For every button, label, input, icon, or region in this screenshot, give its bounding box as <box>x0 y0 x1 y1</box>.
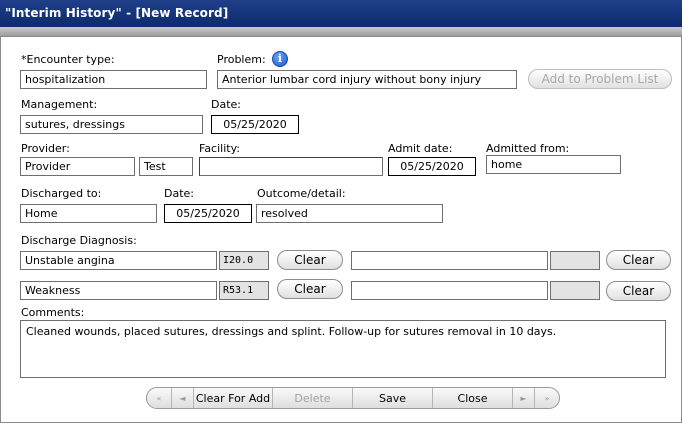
diagnosis-2b-code <box>550 281 600 300</box>
diagnosis-2-code: R53.1 <box>219 281 269 300</box>
diagnosis-1b-code <box>550 251 600 270</box>
diagnosis-2-text[interactable]: Weakness <box>20 281 217 300</box>
clear-for-add-button[interactable]: Clear For Add <box>194 388 273 408</box>
provider-first-field[interactable]: Test <box>139 157 193 176</box>
management-date-field[interactable]: 05/25/2020 <box>211 115 299 134</box>
management-label: Management: <box>21 98 98 111</box>
diagnosis-1b-text[interactable] <box>351 251 548 270</box>
outcome-label: Outcome/detail: <box>257 187 346 200</box>
next-record-button[interactable]: ► <box>513 388 535 408</box>
admit-date-label: Admit date: <box>388 142 453 155</box>
comments-label: Comments: <box>21 306 85 319</box>
facility-field[interactable] <box>199 157 383 176</box>
outcome-field[interactable]: resolved <box>256 204 443 223</box>
add-to-problem-list-button[interactable]: Add to Problem List <box>528 69 672 89</box>
provider-label: Provider: <box>21 142 70 155</box>
record-navigation-bar: « ◄ Clear For Add Delete Save Close ► » <box>146 387 560 409</box>
save-button[interactable]: Save <box>353 388 433 408</box>
diagnosis-1-text[interactable]: Unstable angina <box>20 251 217 270</box>
comments-field[interactable]: Cleaned wounds, placed sutures, dressing… <box>20 320 666 378</box>
discharged-to-field[interactable]: Home <box>20 204 157 223</box>
discharged-to-label: Discharged to: <box>21 187 102 200</box>
encounter-type-label: *Encounter type: <box>21 53 115 66</box>
delete-button[interactable]: Delete <box>273 388 353 408</box>
problem-label: Problem: <box>217 53 266 66</box>
title-divider <box>0 27 682 37</box>
close-button[interactable]: Close <box>433 388 513 408</box>
encounter-type-field[interactable]: hospitalization <box>20 70 207 89</box>
diagnosis-2-clear-button[interactable]: Clear <box>277 279 343 299</box>
diagnosis-2b-text[interactable] <box>351 281 548 300</box>
info-icon[interactable]: i <box>272 51 288 67</box>
diagnosis-1-code: I20.0 <box>219 251 269 270</box>
diagnosis-1b-clear-button[interactable]: Clear <box>606 250 671 270</box>
management-date-label: Date: <box>211 98 241 111</box>
diagnosis-2b-clear-button[interactable]: Clear <box>606 281 671 301</box>
provider-last-field[interactable]: Provider <box>20 157 135 176</box>
last-record-button[interactable]: » <box>535 388 559 408</box>
discharge-date-field[interactable]: 05/25/2020 <box>164 204 252 223</box>
admit-date-field[interactable]: 05/25/2020 <box>388 157 476 176</box>
discharge-date-label: Date: <box>164 187 194 200</box>
previous-record-button[interactable]: ◄ <box>172 388 194 408</box>
management-field[interactable]: sutures, dressings <box>20 115 203 134</box>
discharge-diagnosis-label: Discharge Diagnosis: <box>21 234 137 247</box>
window-title: "Interim History" - [New Record] <box>0 0 682 27</box>
diagnosis-1-clear-button[interactable]: Clear <box>277 250 343 270</box>
facility-label: Facility: <box>199 142 241 155</box>
problem-field[interactable]: Anterior lumbar cord injury without bony… <box>217 70 517 89</box>
first-record-button[interactable]: « <box>147 388 172 408</box>
admitted-from-field[interactable]: home <box>486 155 621 174</box>
admitted-from-label: Admitted from: <box>486 142 570 155</box>
